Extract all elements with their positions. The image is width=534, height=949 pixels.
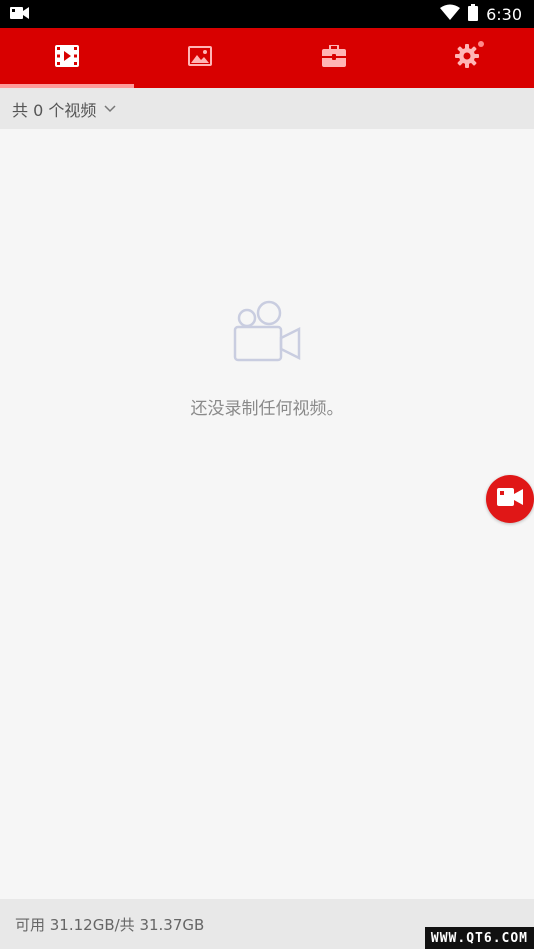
tab-tools[interactable] bbox=[267, 28, 401, 88]
app-screen: 6:30 共 0 个视频 还没录制任何视频。 可用 31.12GB/共 31.3… bbox=[0, 0, 534, 949]
record-camera-icon bbox=[497, 488, 523, 510]
status-left bbox=[10, 5, 30, 24]
tab-settings[interactable] bbox=[401, 28, 534, 88]
video-recording-notification-icon bbox=[10, 5, 30, 24]
gear-icon bbox=[455, 44, 480, 72]
tab-videos[interactable] bbox=[0, 28, 134, 88]
video-filter-dropdown[interactable]: 共 0 个视频 bbox=[0, 88, 534, 129]
record-button[interactable] bbox=[486, 475, 534, 523]
wifi-icon bbox=[440, 4, 461, 24]
status-time: 6:30 bbox=[486, 4, 522, 24]
video-count-label: 共 0 个视频 bbox=[12, 100, 97, 120]
settings-badge-dot bbox=[477, 41, 484, 47]
video-camera-icon bbox=[231, 300, 303, 368]
chevron-down-icon bbox=[104, 104, 116, 113]
empty-state-message: 还没录制任何视频。 bbox=[190, 399, 344, 419]
status-bar: 6:30 bbox=[0, 0, 534, 28]
film-video-icon bbox=[54, 45, 79, 71]
toolbox-icon bbox=[321, 44, 346, 71]
battery-icon bbox=[468, 3, 479, 25]
tab-bar bbox=[0, 28, 534, 88]
tab-images[interactable] bbox=[134, 28, 268, 88]
status-right: 6:30 bbox=[440, 3, 522, 25]
image-icon bbox=[188, 46, 213, 70]
watermark: WWW.QT6.COM bbox=[424, 927, 534, 949]
storage-text: 可用 31.12GB/共 31.37GB bbox=[15, 915, 205, 934]
empty-state: 还没录制任何视频。 bbox=[0, 300, 534, 419]
